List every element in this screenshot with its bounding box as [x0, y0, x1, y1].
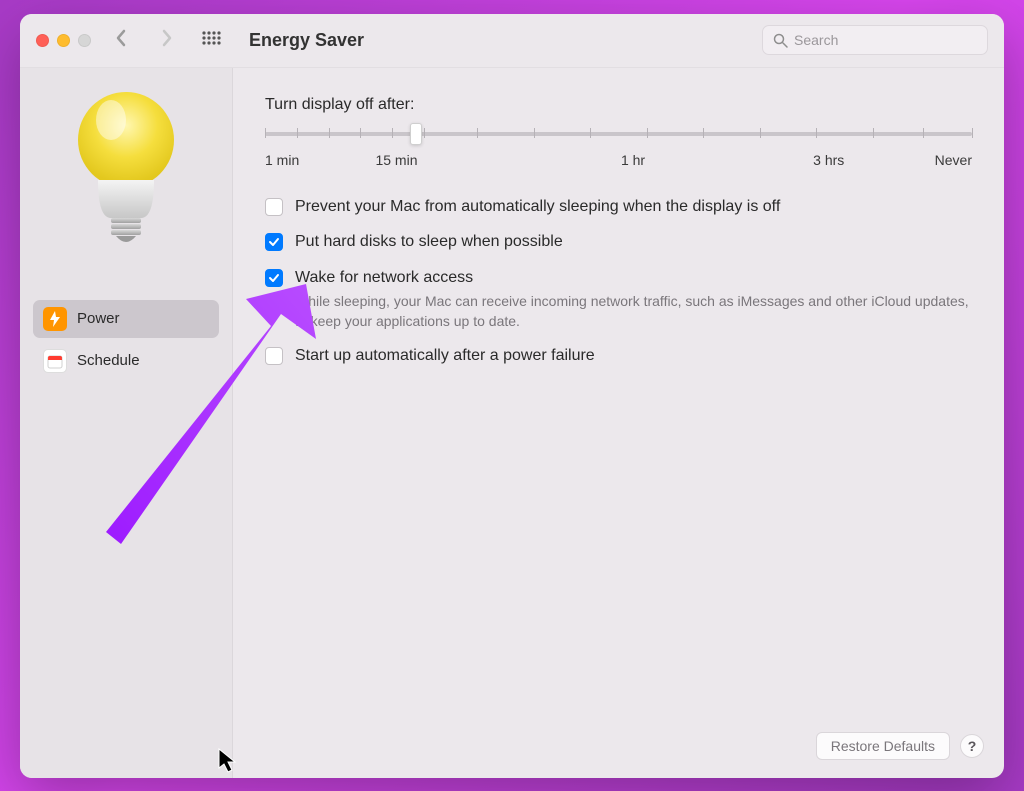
minimize-button[interactable] — [57, 34, 70, 47]
titlebar: Energy Saver — [20, 14, 1004, 68]
slider-label: Turn display off after: — [265, 96, 972, 114]
traffic-lights — [36, 34, 91, 47]
scale-mark: 1 min — [265, 152, 299, 168]
page-title: Energy Saver — [249, 30, 364, 51]
restore-defaults-button[interactable]: Restore Defaults — [816, 732, 950, 760]
window-body: Power Schedule Turn display off after: — [20, 68, 1004, 778]
show-all-icon[interactable] — [201, 30, 221, 50]
help-button[interactable]: ? — [960, 734, 984, 758]
check-icon — [268, 272, 280, 284]
checkbox[interactable] — [265, 347, 283, 365]
energy-saver-icon — [66, 90, 186, 260]
search-field[interactable] — [762, 25, 988, 55]
slider-knob[interactable] — [410, 123, 422, 145]
search-icon — [773, 33, 788, 48]
forward-button[interactable] — [161, 27, 173, 53]
checkbox-label: Wake for network access — [295, 267, 473, 289]
sidebar-item-schedule[interactable]: Schedule — [33, 342, 219, 380]
option-prevent-sleep[interactable]: Prevent your Mac from automatically slee… — [265, 196, 972, 218]
checkbox[interactable] — [265, 233, 283, 251]
check-icon — [268, 236, 280, 248]
scale-mark: 1 hr — [621, 152, 645, 168]
system-preferences-window: Energy Saver — [20, 14, 1004, 778]
display-off-slider[interactable] — [265, 132, 972, 136]
scale-mark: 15 min — [375, 152, 417, 168]
option-startup-failure[interactable]: Start up automatically after a power fai… — [265, 345, 972, 367]
back-button[interactable] — [115, 27, 127, 53]
sidebar-item-label: Schedule — [77, 352, 140, 369]
slider-ticks — [265, 128, 972, 140]
power-icon — [43, 307, 67, 331]
maximize-button — [78, 34, 91, 47]
sidebar: Power Schedule — [20, 68, 233, 778]
checkbox[interactable] — [265, 198, 283, 216]
sidebar-item-label: Power — [77, 310, 120, 327]
checkbox-label: Start up automatically after a power fai… — [295, 345, 595, 367]
schedule-icon — [43, 349, 67, 373]
sidebar-item-power[interactable]: Power — [33, 300, 219, 338]
checkbox-label: Put hard disks to sleep when possible — [295, 231, 563, 253]
checkbox[interactable] — [265, 269, 283, 287]
wake-network-description: While sleeping, your Mac can receive inc… — [295, 292, 972, 331]
nav-buttons — [115, 27, 173, 53]
panel-footer: Restore Defaults ? — [816, 732, 984, 760]
option-wake-network[interactable]: Wake for network access — [265, 267, 972, 289]
search-input[interactable] — [794, 32, 977, 48]
scale-mark: 3 hrs — [813, 152, 844, 168]
checkbox-label: Prevent your Mac from automatically slee… — [295, 196, 780, 218]
option-hard-disks[interactable]: Put hard disks to sleep when possible — [265, 231, 972, 253]
close-button[interactable] — [36, 34, 49, 47]
content-panel: Turn display off after: — [233, 68, 1004, 778]
scale-mark: Never — [935, 152, 972, 168]
slider-scale: 1 min 15 min 1 hr 3 hrs Never — [265, 152, 972, 168]
